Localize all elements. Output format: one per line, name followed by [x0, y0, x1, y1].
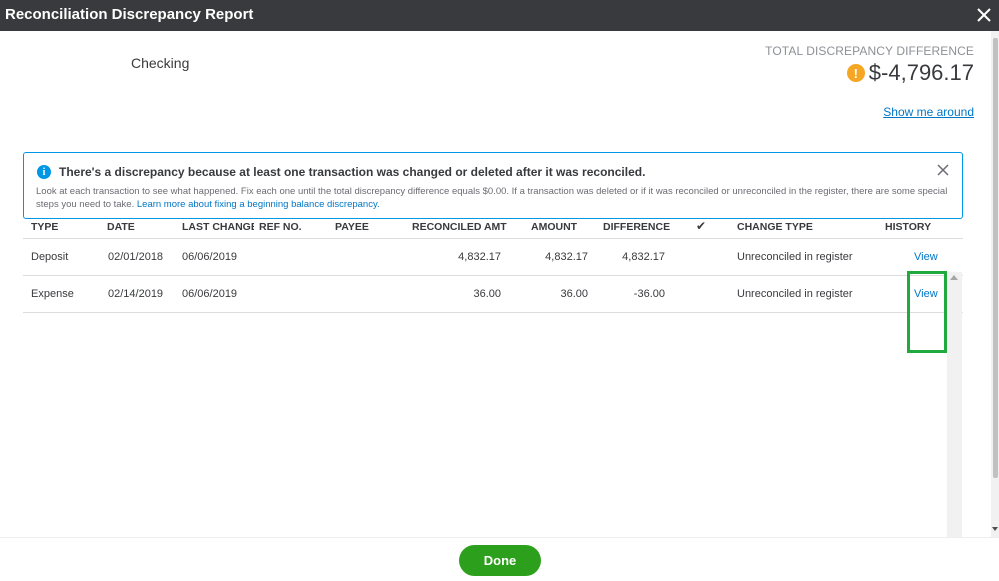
view-history-link[interactable]: View — [914, 251, 938, 263]
cell-type: Expense — [31, 288, 74, 300]
column-header-date[interactable]: DATE — [107, 221, 135, 233]
info-icon: i — [37, 165, 51, 179]
total-discrepancy-amount: ! $-4,796.17 — [846, 60, 974, 86]
cell-amount: 36.00 — [560, 288, 588, 300]
column-header-last-changed[interactable]: LAST CHANGED — [182, 221, 254, 233]
history-column-highlight — [907, 271, 947, 353]
cell-change-type: Unreconciled in register — [737, 251, 853, 263]
cell-date: 02/14/2019 — [108, 288, 164, 300]
cell-difference: -36.00 — [633, 288, 665, 300]
discrepancy-table: TYPE DATE LAST CHANGED REF NO. PAYEE REC… — [23, 214, 963, 313]
warning-icon: ! — [846, 64, 865, 82]
scroll-up-arrow-icon[interactable] — [950, 275, 958, 280]
cell-reconciled-amt: 36.00 — [473, 288, 501, 300]
cell-reconciled-amt: 4,832.17 — [458, 251, 501, 263]
discrepancy-alert: i There's a discrepancy because at least… — [23, 152, 963, 219]
checkmark-icon: ✔ — [696, 219, 707, 233]
learn-more-link[interactable]: Learn more about fixing a beginning bala… — [137, 199, 380, 210]
cell-difference: 4,832.17 — [622, 251, 665, 263]
show-me-around-link[interactable]: Show me around — [883, 105, 974, 119]
column-header-history: HISTORY — [885, 221, 932, 233]
cell-amount: 4,832.17 — [545, 251, 588, 263]
column-header-change-type[interactable]: CHANGE TYPE — [737, 221, 813, 233]
cell-change-type: Unreconciled in register — [737, 288, 853, 300]
discrepancy-amount-value: $-4,796.17 — [868, 60, 974, 85]
table-header: TYPE DATE LAST CHANGED REF NO. PAYEE REC… — [23, 214, 963, 239]
table-scrollbar[interactable] — [947, 272, 962, 537]
column-header-type[interactable]: TYPE — [31, 221, 58, 233]
cell-last-changed: 06/06/2019 — [182, 288, 238, 300]
account-name: Checking — [131, 55, 190, 71]
column-header-payee[interactable]: PAYEE — [335, 221, 369, 233]
alert-close-icon[interactable] — [936, 163, 950, 177]
dialog-title-bar: Reconciliation Discrepancy Report — [0, 0, 999, 31]
column-header-difference[interactable]: DIFFERENCE — [603, 221, 670, 233]
dialog-footer: Done — [0, 537, 999, 581]
table-row: Deposit 02/01/2018 06/06/2019 4,832.17 4… — [23, 239, 963, 276]
alert-body: Look at each transaction to see what hap… — [36, 185, 951, 211]
dialog-scrollbar-thumb[interactable] — [993, 38, 998, 478]
table-row: Expense 02/14/2019 06/06/2019 36.00 36.0… — [23, 276, 963, 313]
done-button[interactable]: Done — [459, 545, 541, 576]
cell-date: 02/01/2018 — [108, 251, 164, 263]
total-discrepancy-label: TOTAL DISCREPANCY DIFFERENCE — [765, 44, 974, 58]
column-header-reconciled-amt[interactable]: RECONCILED AMT — [412, 221, 507, 233]
column-header-amount[interactable]: AMOUNT — [531, 221, 577, 233]
cell-last-changed: 06/06/2019 — [182, 251, 238, 263]
cell-type: Deposit — [31, 251, 69, 263]
column-header-ref-no[interactable]: REF NO. — [259, 221, 302, 233]
scroll-down-arrow-icon[interactable] — [992, 527, 998, 531]
alert-headline: There's a discrepancy because at least o… — [59, 165, 646, 179]
dialog-title: Reconciliation Discrepancy Report — [5, 6, 254, 23]
close-icon[interactable] — [975, 5, 993, 25]
